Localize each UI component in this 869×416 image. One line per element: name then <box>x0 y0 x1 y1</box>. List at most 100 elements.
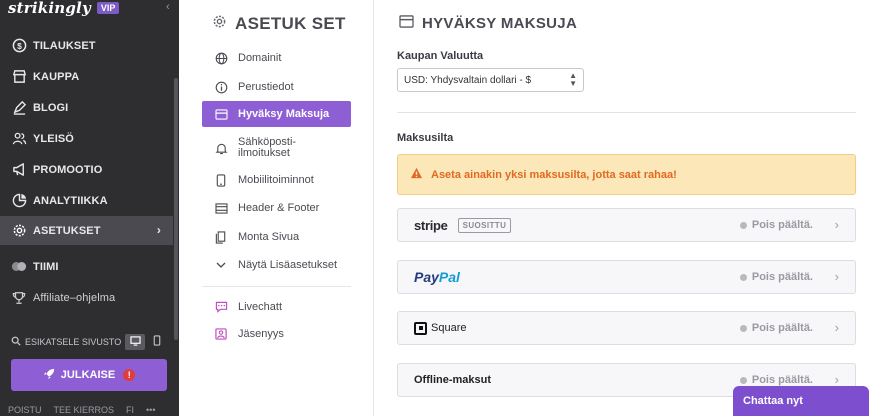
sidebar: strikingly VIP ‹ $ TILAUKSET KAUPPA BLOG… <box>0 0 179 416</box>
gateway-status: Pois päältä. <box>739 219 813 231</box>
subnav-item-label: Sähköposti- ilmoitukset <box>238 137 296 159</box>
mobile-icon <box>153 333 161 351</box>
offline-payments-label: Offline-maksut <box>414 374 492 386</box>
sidebar-item-team[interactable]: TIIMI <box>0 252 173 281</box>
select-caret-icon: ▲ ▼ <box>569 71 577 88</box>
mobile-preview-button[interactable] <box>147 334 167 350</box>
recommended-badge: SUOSITTU <box>457 217 512 233</box>
gear-icon <box>212 14 227 34</box>
gateway-stripe-row[interactable]: stripe SUOSITTU Pois päältä. › <box>397 208 856 242</box>
warning-icon <box>410 167 423 182</box>
subnav-item-domains[interactable]: Domainit <box>202 45 351 71</box>
store-icon <box>11 69 27 85</box>
subnav-item-label-line2: ilmoitukset <box>238 147 290 159</box>
desktop-icon <box>129 333 141 351</box>
subnav-item-label: Hyväksy Maksuja <box>238 108 330 120</box>
sidebar-scrollbar[interactable] <box>174 78 178 340</box>
sidebar-item-store[interactable]: KAUPPA <box>0 62 173 91</box>
sidebar-item-label: TIIMI <box>33 260 59 273</box>
subnav-item-show-advanced[interactable]: Näytä Lisäasetukset <box>202 252 351 278</box>
sidebar-item-analytics[interactable]: ANALYTIIKKA <box>0 186 173 215</box>
subnav-item-label: Livechatt <box>238 301 283 313</box>
subnav-item-label: Perustiedot <box>238 81 294 93</box>
gateway-square-row[interactable]: Square Pois päältä. › <box>397 311 856 345</box>
settings-subnav: ASETUK SET Domainit Perustiedot Hyväksy … <box>179 0 374 416</box>
warning-banner: Aseta ainakin yksi maksusilta, jotta saa… <box>397 154 856 195</box>
subnav-item-membership[interactable]: Jäsenyys <box>202 321 351 347</box>
chevron-right-icon: › <box>834 269 839 284</box>
sidebar-item-orders[interactable]: $ TILAUKSET <box>0 31 173 60</box>
chat-icon <box>214 300 228 314</box>
card-icon <box>214 107 228 121</box>
more-icon[interactable]: ••• <box>146 405 155 415</box>
currency-select[interactable]: USD: Yhdysvaltain dollari - $ ▲ ▼ <box>397 68 584 92</box>
subnav-item-livechat[interactable]: Livechatt <box>202 294 351 320</box>
gateway-status-text: Pois päältä. <box>751 271 813 283</box>
gateway-status: Pois päältä. <box>739 271 813 283</box>
publish-label: JULKAISE <box>60 369 116 381</box>
search-icon <box>11 336 21 348</box>
bell-icon <box>214 141 228 155</box>
trophy-icon <box>11 290 27 306</box>
sidebar-item-label: PROMOOTIO <box>33 163 103 176</box>
subnav-item-label: Domainit <box>238 52 282 64</box>
settings-title-text: ASETUK SET <box>235 14 346 33</box>
gateway-paypal-row[interactable]: PayPal Pois päältä. › <box>397 260 856 294</box>
paypal-logo-part1: Pay <box>414 269 439 285</box>
card-icon <box>399 15 414 32</box>
subnav-divider <box>202 286 351 287</box>
mobile-icon <box>214 173 228 187</box>
warning-text: Aseta ainakin yksi maksusilta, jotta saa… <box>431 168 677 181</box>
stripe-logo: stripe <box>414 217 448 233</box>
subnav-item-label: Header & Footer <box>238 202 320 214</box>
subnav-item-multiple-pages[interactable]: Monta Sivua <box>202 224 351 250</box>
brand[interactable]: strikingly VIP <box>8 0 120 17</box>
sidebar-item-promotion[interactable]: PROMOOTIO <box>0 155 173 184</box>
rocket-icon <box>43 368 55 383</box>
sidebar-item-label: TILAUKSET <box>33 39 96 52</box>
gateway-status-text: Pois päältä. <box>751 219 813 231</box>
sidebar-item-blog[interactable]: BLOGI <box>0 93 173 122</box>
gateway-status: Pois päältä. <box>739 322 813 334</box>
sidebar-item-settings[interactable]: ASETUKSET › <box>0 216 173 245</box>
desktop-preview-button[interactable] <box>125 334 145 350</box>
vip-badge: VIP <box>96 2 120 14</box>
preview-site-label: ESIKATSELE SIVUSTO <box>25 337 122 347</box>
member-icon <box>214 327 228 341</box>
svg-text:$: $ <box>17 41 22 51</box>
exit-link[interactable]: POISTU <box>8 405 42 415</box>
gateway-status-text: Pois päältä. <box>751 322 813 334</box>
status-dot-icon <box>739 221 747 229</box>
subnav-item-header-footer[interactable]: Header & Footer <box>202 195 351 221</box>
chat-now-label: Chattaa nyt <box>743 395 803 407</box>
chevron-right-icon: › <box>156 223 161 237</box>
subnav-item-mobile[interactable]: Mobiilitoiminnot <box>202 167 351 193</box>
paypal-logo: PayPal <box>414 269 460 285</box>
publish-button[interactable]: JULKAISE ! <box>11 359 167 391</box>
sidebar-item-label: KAUPPA <box>33 70 80 83</box>
subnav-item-label: Mobiilitoiminnot <box>238 174 314 186</box>
subnav-item-basic-info[interactable]: Perustiedot <box>202 74 351 100</box>
chevron-down-icon <box>214 258 228 272</box>
sidebar-item-label: BLOGI <box>33 101 69 114</box>
sidebar-item-audience[interactable]: YLEISÖ <box>0 124 173 153</box>
subnav-item-label: Näytä Lisäasetukset <box>238 259 338 271</box>
sidebar-item-label: YLEISÖ <box>33 132 74 145</box>
take-tour-link[interactable]: TEE KIERROS <box>54 405 115 415</box>
subnav-item-email-notifications[interactable]: Sähköposti- ilmoitukset <box>202 133 351 163</box>
collapse-sidebar-icon[interactable]: ‹ <box>166 1 170 13</box>
status-dot-icon <box>739 324 747 332</box>
sidebar-item-label: ASETUKSET <box>33 224 101 237</box>
paypal-logo-part2: Pal <box>438 269 460 285</box>
square-label: Square <box>431 322 467 334</box>
chart-icon <box>11 193 27 209</box>
language-link[interactable]: FI <box>126 405 134 415</box>
team-icon <box>11 259 27 275</box>
chevron-right-icon: › <box>834 217 839 232</box>
sidebar-item-affiliate[interactable]: Affiliate–ohjelma <box>0 283 173 312</box>
megaphone-icon <box>11 162 27 178</box>
subnav-item-label: Monta Sivua <box>238 231 300 243</box>
subnav-item-accept-payments[interactable]: Hyväksy Maksuja <box>202 101 351 127</box>
chat-now-button[interactable]: Chattaa nyt <box>733 386 869 416</box>
sidebar-item-label: ANALYTIIKKA <box>33 194 108 207</box>
